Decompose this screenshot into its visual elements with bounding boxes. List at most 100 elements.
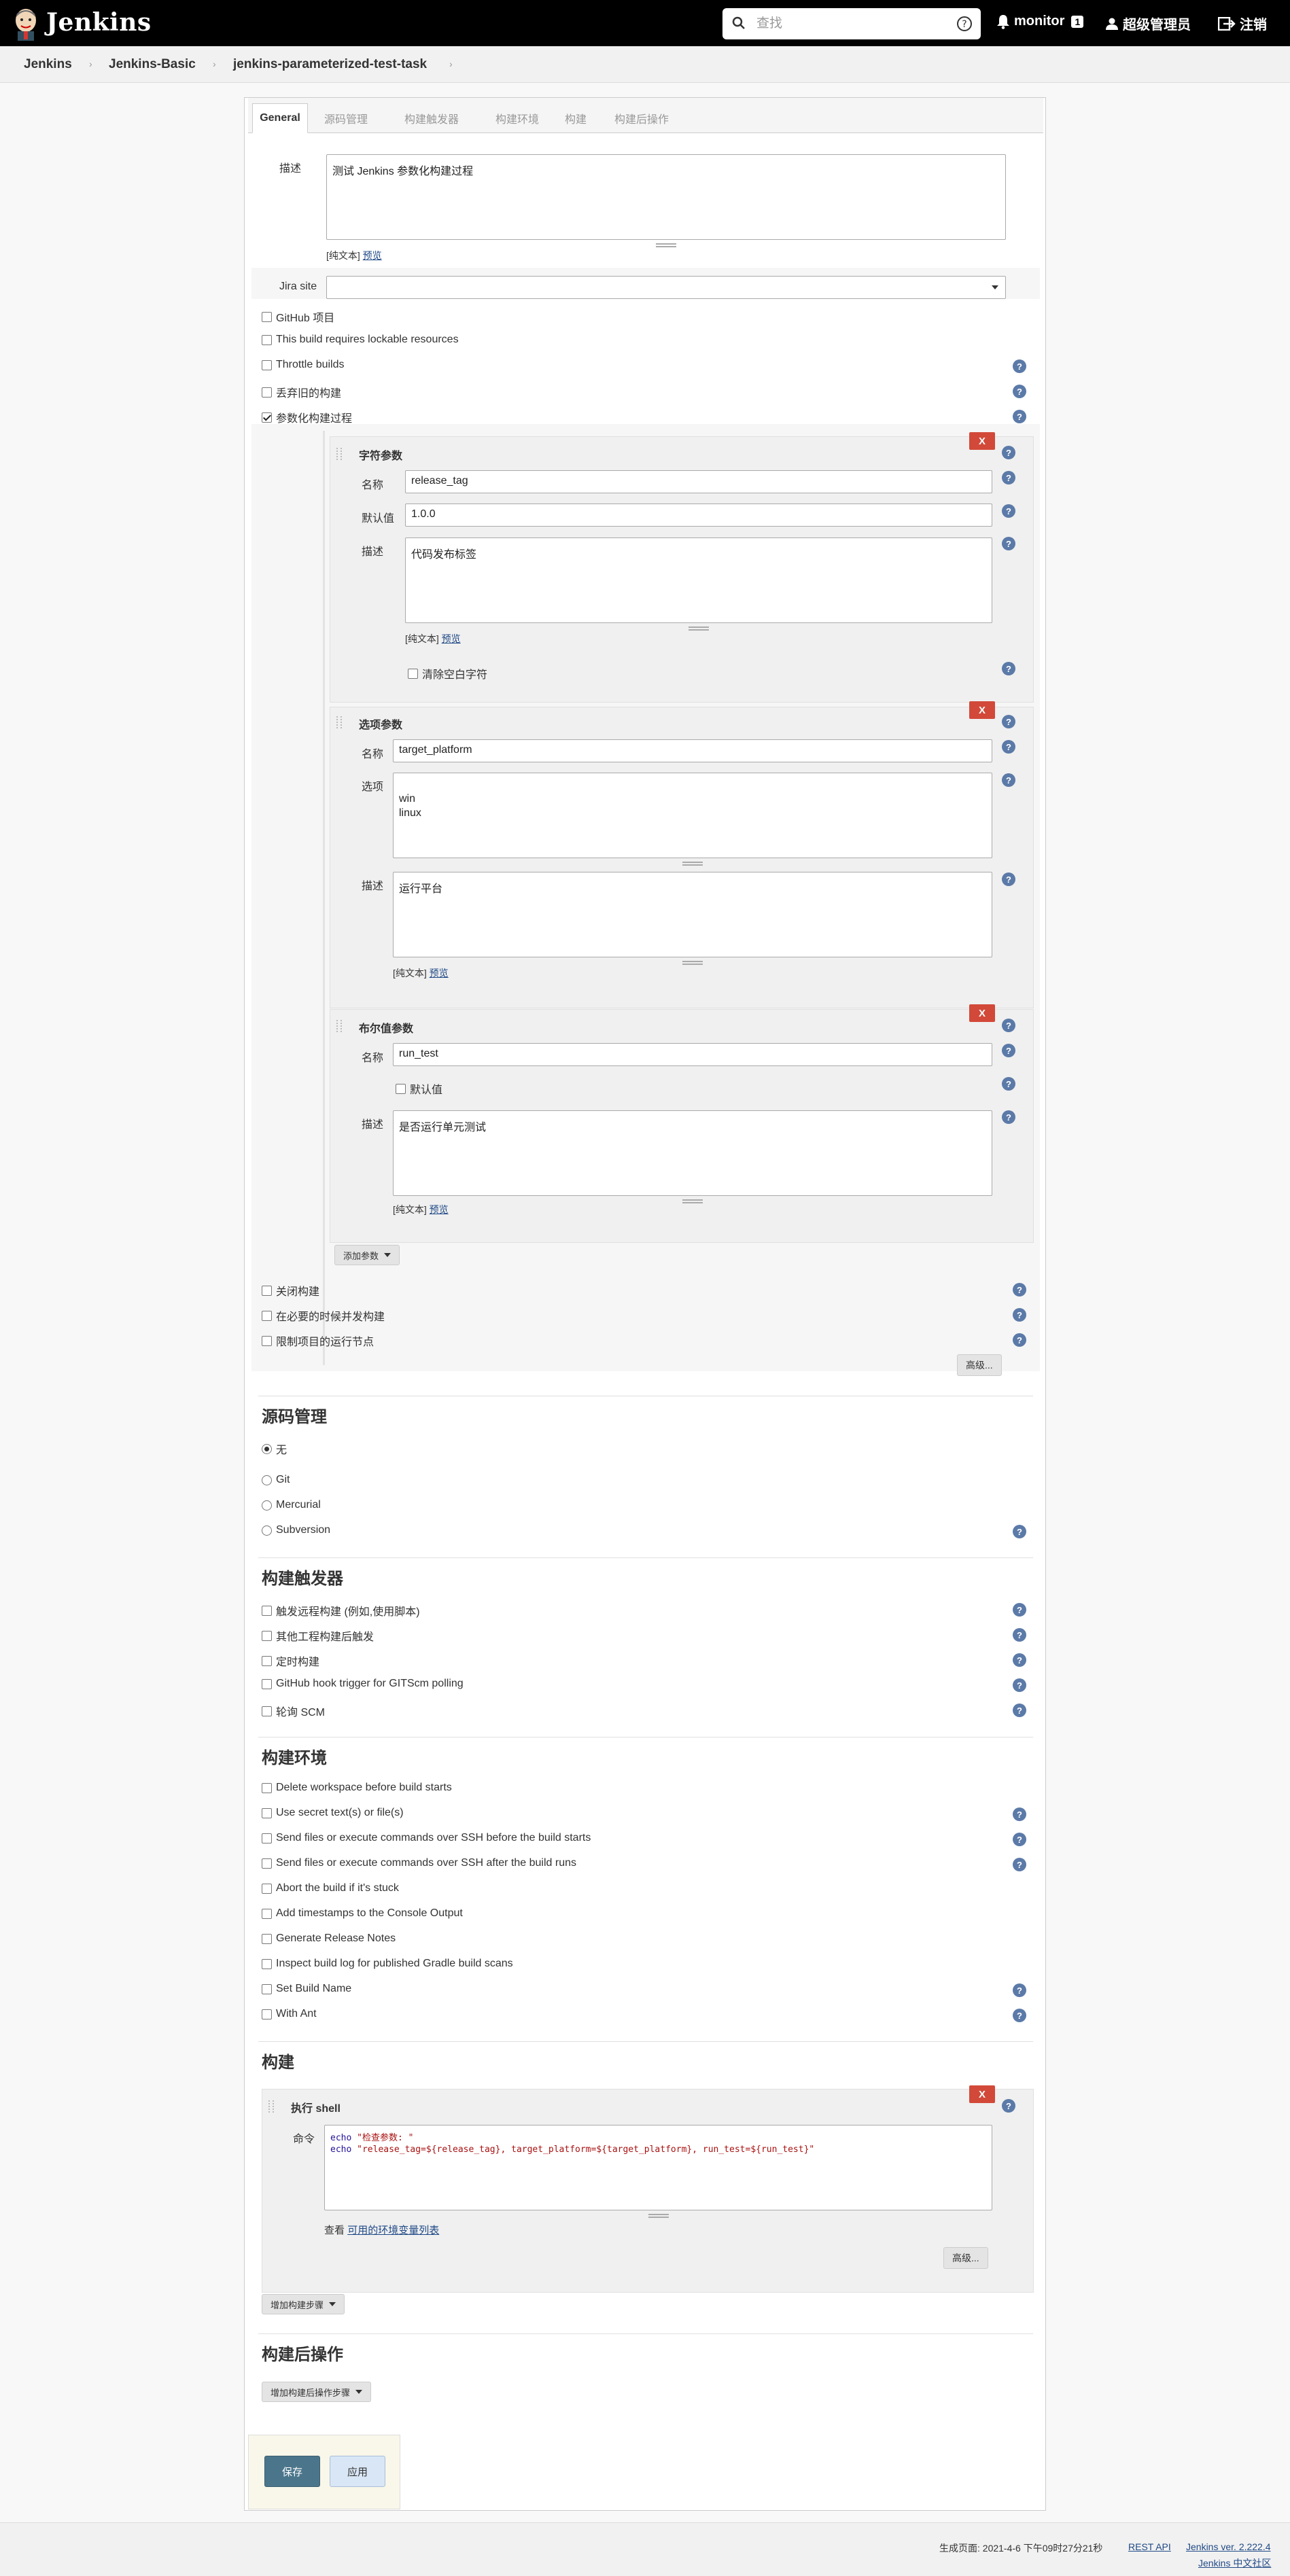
checkbox[interactable]: [262, 387, 272, 398]
checkbox[interactable]: [262, 1678, 272, 1689]
help-icon[interactable]: ?: [1013, 1525, 1026, 1538]
breadcrumb-item[interactable]: jenkins-parameterized-test-task: [233, 57, 427, 72]
help-icon[interactable]: ?: [1002, 2099, 1015, 2113]
checkbox[interactable]: [262, 1782, 272, 1793]
env-option[interactable]: Use secret text(s) or file(s): [262, 1807, 404, 1819]
build-advanced-button[interactable]: 高级...: [943, 2247, 988, 2269]
checkbox[interactable]: [262, 1858, 272, 1869]
checkbox[interactable]: [262, 1807, 272, 1818]
preview-link[interactable]: 预览: [430, 1204, 449, 1215]
drag-handle-icon[interactable]: [336, 448, 342, 460]
option-boolean-default[interactable]: 默认值: [396, 1080, 442, 1097]
preview-link[interactable]: 预览: [442, 633, 461, 644]
help-icon[interactable]: ?: [1002, 872, 1015, 886]
add-param-button[interactable]: 添加参数: [334, 1245, 400, 1265]
env-option[interactable]: Delete workspace before build starts: [262, 1782, 452, 1794]
tab-general[interactable]: General: [252, 103, 308, 133]
save-button[interactable]: 保存: [264, 2456, 320, 2487]
checkbox[interactable]: [262, 1958, 272, 1969]
checkbox[interactable]: [262, 1335, 272, 1346]
resize-grip-icon[interactable]: [682, 862, 703, 866]
preview-link[interactable]: 预览: [430, 968, 449, 978]
checkbox[interactable]: [262, 1933, 272, 1944]
option-concurrent-builds[interactable]: 在必要的时候并发构建: [262, 1307, 385, 1324]
search-input[interactable]: [755, 14, 932, 34]
checkbox[interactable]: [262, 359, 272, 370]
env-option[interactable]: Generate Release Notes: [262, 1933, 396, 1945]
string-param-desc-textarea[interactable]: 代码发布标签: [405, 537, 992, 631]
checkbox[interactable]: [262, 1833, 272, 1843]
resize-grip-icon[interactable]: [688, 627, 709, 631]
checkbox-checked[interactable]: [262, 412, 272, 423]
choice-param-desc-textarea[interactable]: 运行平台: [393, 872, 992, 965]
choice-param-choices-textarea[interactable]: win linux: [393, 773, 992, 866]
trigger-timer[interactable]: 定时构建: [262, 1653, 319, 1669]
help-icon[interactable]: ?: [1002, 537, 1015, 550]
option-discard-old-builds[interactable]: 丢弃旧的构建: [262, 384, 341, 400]
help-icon[interactable]: ?: [1013, 1678, 1026, 1692]
checkbox[interactable]: [262, 1605, 272, 1616]
help-icon[interactable]: ?: [1013, 1603, 1026, 1617]
option-github-project[interactable]: GitHub 项目: [262, 308, 334, 325]
radio-checked[interactable]: [262, 1443, 272, 1454]
option-restrict-node[interactable]: 限制项目的运行节点: [262, 1333, 374, 1349]
checkbox[interactable]: [262, 1706, 272, 1716]
option-throttle-builds[interactable]: Throttle builds: [262, 359, 345, 371]
help-icon[interactable]: ?: [1013, 2009, 1026, 2022]
checkbox[interactable]: [396, 1083, 406, 1094]
general-advanced-button[interactable]: 高级...: [957, 1354, 1002, 1376]
env-option[interactable]: Abort the build if it's stuck: [262, 1882, 399, 1894]
checkbox[interactable]: [262, 1630, 272, 1641]
trigger-after-other[interactable]: 其他工程构建后触发: [262, 1627, 374, 1644]
notifications-link[interactable]: monitor 1: [996, 14, 1084, 29]
boolean-param-desc-textarea[interactable]: 是否运行单元测试: [393, 1110, 992, 1203]
help-icon[interactable]: ?: [1002, 446, 1015, 459]
checkbox[interactable]: [408, 668, 418, 679]
env-option[interactable]: Send files or execute commands over SSH …: [262, 1832, 591, 1844]
tab-build[interactable]: 构建: [557, 103, 595, 133]
help-icon[interactable]: ?: [1002, 715, 1015, 728]
help-icon[interactable]: ?: [1013, 385, 1026, 398]
jenkins-logo-text[interactable]: Jenkins: [46, 8, 152, 37]
shell-command-editor[interactable]: echo "检查参数: " echo "release_tag=${releas…: [324, 2125, 992, 2218]
help-icon[interactable]: ?: [1002, 504, 1015, 518]
checkbox[interactable]: [262, 1883, 272, 1894]
resize-grip-icon[interactable]: [682, 961, 703, 965]
help-icon[interactable]: ?: [1002, 662, 1015, 675]
help-icon[interactable]: ?: [1013, 1653, 1026, 1667]
help-icon[interactable]: ?: [1002, 1019, 1015, 1032]
choice-param-name-input[interactable]: target_platform: [393, 739, 992, 762]
drag-handle-icon[interactable]: [268, 2100, 274, 2113]
boolean-param-name-input[interactable]: run_test: [393, 1043, 992, 1066]
add-post-build-step-button[interactable]: 增加构建后操作步骤: [262, 2382, 372, 2402]
env-option[interactable]: Set Build Name: [262, 1983, 351, 1995]
env-option[interactable]: With Ant: [262, 2008, 317, 2020]
breadcrumb-item[interactable]: Jenkins: [24, 57, 72, 72]
checkbox[interactable]: [262, 1908, 272, 1919]
checkbox[interactable]: [262, 1285, 272, 1296]
help-icon[interactable]: ?: [1002, 1044, 1015, 1057]
env-option[interactable]: Inspect build log for published Gradle b…: [262, 1958, 513, 1970]
help-icon[interactable]: ?: [1002, 740, 1015, 754]
radio[interactable]: [262, 1525, 272, 1536]
delete-param-button[interactable]: X: [969, 701, 995, 719]
help-icon[interactable]: ?: [1013, 1858, 1026, 1871]
scm-option-none[interactable]: 无: [262, 1441, 287, 1457]
resize-grip-icon[interactable]: [656, 243, 676, 247]
user-link[interactable]: 超级管理员: [1105, 14, 1191, 33]
radio[interactable]: [262, 1500, 272, 1511]
help-icon[interactable]: ?: [1013, 1983, 1026, 1997]
add-build-step-button[interactable]: 增加构建步骤: [262, 2294, 345, 2314]
breadcrumb-item[interactable]: Jenkins-Basic: [109, 57, 196, 72]
trigger-remote[interactable]: 触发远程构建 (例如,使用脚本): [262, 1602, 420, 1619]
resize-grip-icon[interactable]: [648, 2214, 669, 2218]
help-icon[interactable]: ?: [1013, 1704, 1026, 1717]
community-link[interactable]: Jenkins 中文社区: [1198, 2556, 1271, 2570]
preview-link[interactable]: 预览: [363, 250, 382, 261]
search-box[interactable]: ?: [722, 8, 981, 39]
tab-environment[interactable]: 构建环境: [487, 103, 547, 133]
help-icon[interactable]: ?: [1013, 1807, 1026, 1821]
jenkins-logo-icon[interactable]: [12, 5, 39, 41]
env-option[interactable]: Send files or execute commands over SSH …: [262, 1857, 576, 1869]
trigger-poll-scm[interactable]: 轮询 SCM: [262, 1703, 325, 1719]
